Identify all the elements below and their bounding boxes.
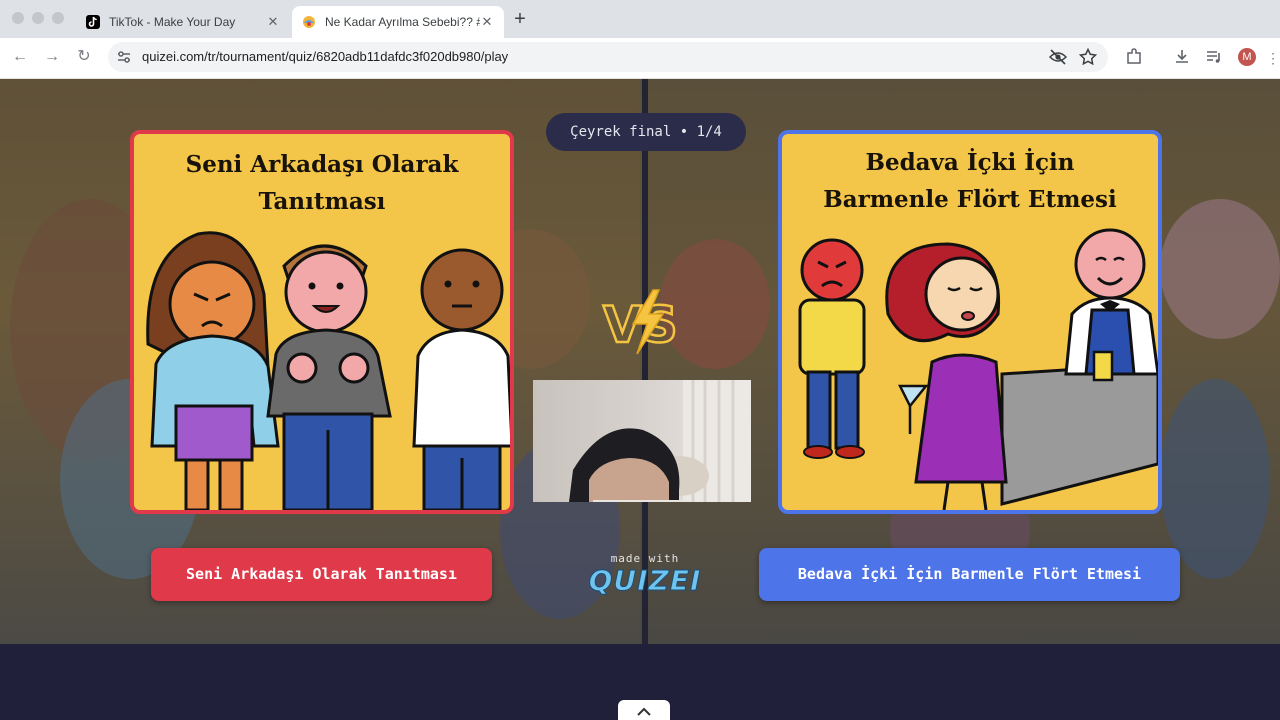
browser-toolbar: ← → ↻ quizei.com/tr/tournament/quiz/6820… — [0, 38, 1280, 79]
quizei-favicon — [302, 15, 316, 29]
scroll-up-button[interactable] — [618, 700, 670, 720]
window-close-control[interactable] — [12, 12, 24, 24]
tab-title: Ne Kadar Ayrılma Sebebi?? # — [325, 15, 480, 29]
browser-tab-bar: TikTok - Make Your Day ✕ Ne Kadar Ayrılm… — [0, 0, 1280, 38]
back-arrow-icon[interactable]: ← — [9, 46, 31, 68]
webcam-person — [569, 380, 751, 502]
quizei-logo[interactable]: QUIZEI — [570, 564, 720, 598]
choose-right-option-button[interactable]: Bedava İçki İçin Barmenle Flört Etmesi — [759, 548, 1180, 601]
background-figure — [1160, 199, 1280, 339]
forward-arrow-icon[interactable]: → — [41, 46, 63, 68]
tab-title: TikTok - Make Your Day — [109, 15, 236, 29]
tab-tiktok[interactable]: TikTok - Make Your Day ✕ — [76, 6, 290, 38]
eye-slash-icon[interactable] — [1048, 47, 1068, 67]
download-icon[interactable] — [1172, 47, 1192, 67]
profile-avatar[interactable]: M — [1238, 48, 1256, 66]
illustration-friends — [146, 231, 510, 510]
tab-quizei[interactable]: Ne Kadar Ayrılma Sebebi?? # ✕ — [292, 6, 504, 38]
menu-kebab-icon[interactable]: ⋮ — [1262, 47, 1280, 69]
close-tab-icon[interactable]: ✕ — [266, 14, 280, 30]
option-card-left[interactable]: Seni Arkadaşı Olarak Tanıtması — [130, 130, 514, 514]
bookmark-star-icon[interactable] — [1078, 47, 1098, 67]
quiz-play-page: Çeyrek final • 1/4 Seni Arkadaşı Olarak … — [0, 79, 1280, 720]
extensions-icon[interactable] — [1124, 47, 1144, 67]
chevron-up-icon — [637, 707, 651, 716]
media-playlist-icon[interactable] — [1204, 47, 1224, 67]
site-settings-icon[interactable] — [116, 49, 132, 65]
window-minimize-control[interactable] — [32, 12, 44, 24]
window-zoom-control[interactable] — [52, 12, 64, 24]
tiktok-icon — [86, 15, 100, 29]
webcam-video-overlay — [533, 380, 751, 502]
vs-lightning-icon: VS — [602, 289, 679, 355]
address-bar[interactable]: quizei.com/tr/tournament/quiz/6820adb11d… — [108, 42, 1108, 72]
reload-icon[interactable]: ↻ — [73, 46, 95, 68]
url-text[interactable]: quizei.com/tr/tournament/quiz/6820adb11d… — [142, 49, 508, 64]
choose-left-option-button[interactable]: Seni Arkadaşı Olarak Tanıtması — [151, 548, 492, 601]
round-badge: Çeyrek final • 1/4 — [546, 113, 746, 151]
close-tab-icon[interactable]: ✕ — [480, 14, 494, 30]
new-tab-icon[interactable]: + — [510, 8, 530, 31]
option-card-right[interactable]: Bedava İçki İçin Barmenle Flört Etmesi — [778, 130, 1162, 514]
illustration-bar — [798, 228, 1158, 510]
